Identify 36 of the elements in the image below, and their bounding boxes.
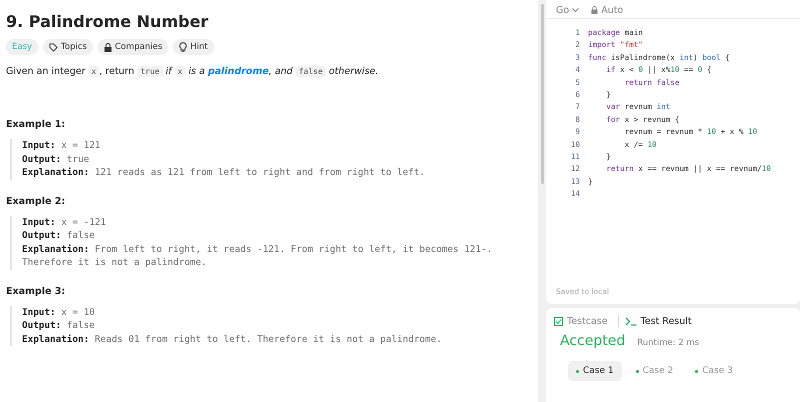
chevron-down-icon <box>572 8 580 12</box>
example-line: Explanation: Reads 01 from right to left. Therefore it is not a palindrome. <box>22 332 443 346</box>
tag-chip[interactable]: Topics <box>43 39 93 55</box>
lock-icon <box>104 42 112 52</box>
result-status: Accepted <box>560 333 626 349</box>
panel-tab[interactable]: Testcase <box>554 316 612 326</box>
lock-icon <box>591 6 598 14</box>
difficulty-badge: Easy <box>6 39 38 55</box>
lightbulb-icon <box>179 42 188 52</box>
tag-chip[interactable]: Companies <box>98 39 168 55</box>
checkbox-icon <box>554 316 563 326</box>
problem-description: Given an integer x , return true if x is a palindrome, and false otherwise. <box>6 65 380 79</box>
mode-selector[interactable]: Auto <box>591 4 624 16</box>
example-line: Explanation: 121 reads as 121 from left to right and from right to left. <box>22 166 426 180</box>
example-line: Input: x = 121 <box>22 139 102 152</box>
case-tab[interactable]: Case 1 <box>568 361 622 381</box>
example-line: Output: false <box>22 229 96 242</box>
panel-tab[interactable]: Test Result <box>624 316 696 326</box>
example-line: Output: true <box>22 152 90 166</box>
example-line: Output: false <box>22 319 96 332</box>
tag-icon <box>49 42 58 52</box>
palindrome-link[interactable]: palindrome <box>208 66 269 77</box>
case-tab[interactable]: Case 3 <box>687 361 741 381</box>
example-heading: Example 2: <box>6 196 66 206</box>
example-heading: Example 3: <box>6 286 66 296</box>
example-line: Input: x = -121 <box>22 216 107 229</box>
scrollbar[interactable] <box>540 4 544 184</box>
example-heading: Example 1: <box>6 119 66 130</box>
tag-chip[interactable]: Hint <box>173 39 214 55</box>
runtime-label: Runtime: 2 ms <box>637 338 700 348</box>
case-tab[interactable]: Case 2 <box>628 361 682 381</box>
terminal-icon <box>624 316 637 326</box>
example-line: Explanation: From left to right, it reads -121. From right to left, it becomes 121-. Therefore it is not a palindrome. <box>22 242 494 270</box>
problem-title: 9. Palindrome Number <box>6 12 210 31</box>
example-line: Input: x = 10 <box>22 306 96 319</box>
language-selector[interactable]: Go <box>556 4 580 16</box>
